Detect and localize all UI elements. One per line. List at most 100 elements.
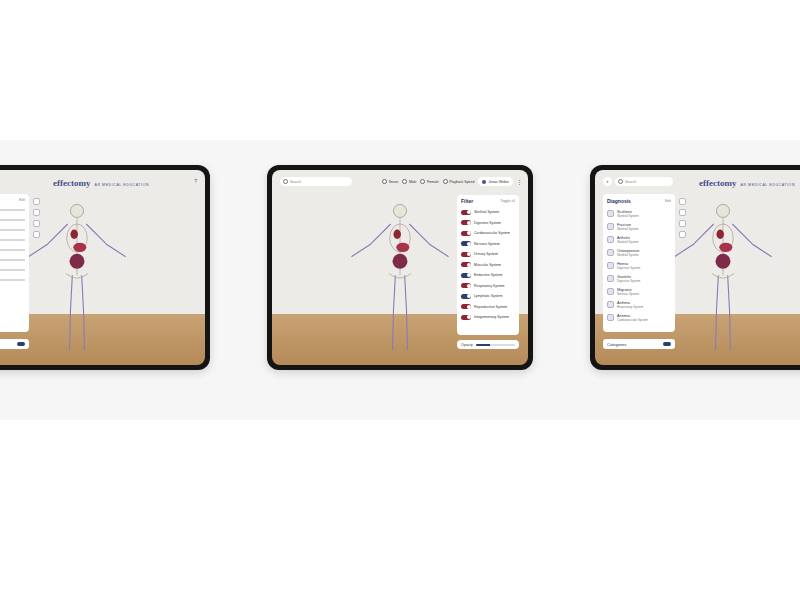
- tool-icon[interactable]: [679, 220, 686, 227]
- text-placeholder: [0, 279, 25, 281]
- system-toggle[interactable]: [461, 262, 471, 267]
- search-icon: [283, 179, 288, 184]
- system-row: Cardiovascular System: [461, 229, 515, 238]
- system-toggle[interactable]: [461, 210, 471, 215]
- toolbar-item[interactable]: Playback Speed: [443, 179, 475, 184]
- user-icon: [482, 180, 486, 184]
- tool-icon[interactable]: [33, 231, 40, 238]
- diagnosis-icon: [607, 288, 614, 295]
- toggle-icon[interactable]: [663, 342, 671, 346]
- system-row: Lymphatic System: [461, 292, 515, 301]
- anatomy-model-icon[interactable]: [344, 200, 456, 360]
- toolbar-item[interactable]: Male: [402, 179, 416, 184]
- diagnosis-icon: [607, 314, 614, 321]
- diagnosis-icon: [607, 236, 614, 243]
- info-panel: Edit: [0, 194, 29, 332]
- system-toggle[interactable]: [461, 294, 471, 299]
- logo: effectomyAR MEDICAL EDUCATION: [53, 178, 149, 188]
- help-button[interactable]: ?: [194, 178, 197, 184]
- ar-view: ‹SearchDiagnosisEditScoliosisSkeletal Sy…: [595, 170, 800, 365]
- top-bar: Search Sexes Male Female Playback SpeedJonas…: [280, 177, 522, 186]
- diagnosis-item[interactable]: GastritisDigestive System: [607, 273, 671, 284]
- tool-icon[interactable]: [33, 209, 40, 216]
- filter-panel: FilterToggle allSkeletal SystemDigestive…: [457, 195, 519, 335]
- tool-column: [33, 198, 40, 238]
- text-placeholder: [0, 249, 25, 251]
- tablet: Search Sexes Male Female Playback SpeedJonas…: [267, 165, 533, 370]
- toolbar: Sexes Male Female Playback Speed: [382, 179, 474, 184]
- top-left-controls: ‹Search: [603, 177, 673, 186]
- system-row: Skeletal System: [461, 208, 515, 217]
- ar-view: Search Sexes Male Female Playback SpeedJonas…: [272, 170, 528, 365]
- system-toggle[interactable]: [461, 220, 471, 225]
- tool-icon[interactable]: [679, 231, 686, 238]
- system-toggle[interactable]: [461, 241, 471, 246]
- diagnosis-icon: [607, 249, 614, 256]
- showcase-band: Edit effectomyAR MEDICAL EDUCATION? Search…: [0, 140, 800, 420]
- search-field[interactable]: Search: [615, 177, 673, 186]
- system-toggle[interactable]: [461, 315, 471, 320]
- diagnosis-icon: [607, 223, 614, 230]
- text-placeholder: [0, 209, 25, 211]
- diagnosis-icon: [607, 301, 614, 308]
- system-toggle[interactable]: [461, 283, 471, 288]
- system-row: Digestive System: [461, 218, 515, 227]
- system-row: Urinary System: [461, 250, 515, 259]
- back-button[interactable]: ‹: [603, 177, 612, 186]
- logo: effectomyAR MEDICAL EDUCATION: [699, 178, 795, 188]
- text-placeholder: [0, 239, 25, 241]
- search-icon: [618, 179, 623, 184]
- system-toggle[interactable]: [461, 231, 471, 236]
- ar-view: Edit effectomyAR MEDICAL EDUCATION?: [0, 170, 205, 365]
- tablet: ‹SearchDiagnosisEditScoliosisSkeletal Sy…: [590, 165, 800, 370]
- user-pill[interactable]: Jonas Weber: [478, 177, 513, 186]
- system-row: Nervous System: [461, 239, 515, 248]
- diagnosis-item[interactable]: AnemiaCardiovascular System: [607, 312, 671, 323]
- system-toggle[interactable]: [461, 252, 471, 257]
- diagnosis-item[interactable]: OsteoporosisSkeletal System: [607, 247, 671, 258]
- tool-column: [679, 198, 686, 238]
- toggle-all-button[interactable]: Toggle all: [500, 199, 515, 203]
- text-placeholder: [0, 269, 25, 271]
- diagnosis-item[interactable]: FractureSkeletal System: [607, 221, 671, 232]
- opacity-slider[interactable]: Opacity: [457, 340, 519, 349]
- diagnosis-item[interactable]: AsthmaRespiratory System: [607, 299, 671, 310]
- tool-icon[interactable]: [33, 198, 40, 205]
- tool-icon[interactable]: [679, 209, 686, 216]
- option-icon: [420, 179, 425, 184]
- page: Edit effectomyAR MEDICAL EDUCATION? Search…: [0, 0, 800, 600]
- edit-button[interactable]: Edit: [19, 198, 25, 202]
- text-placeholder: [0, 219, 25, 221]
- diagnosis-icon: [607, 275, 614, 282]
- system-toggle[interactable]: [461, 304, 471, 309]
- option-icon: [382, 179, 387, 184]
- diagnosis-icon: [607, 262, 614, 269]
- toolbar-item[interactable]: Sexes: [382, 179, 398, 184]
- tool-icon[interactable]: [679, 198, 686, 205]
- option-icon: [402, 179, 407, 184]
- footer-bar: [0, 339, 29, 349]
- system-row: Respiratory System: [461, 281, 515, 290]
- toggle-icon[interactable]: [17, 342, 25, 346]
- tool-icon[interactable]: [33, 220, 40, 227]
- system-toggle[interactable]: [461, 273, 471, 278]
- categories-bar[interactable]: Categories: [603, 339, 675, 349]
- diagnosis-item[interactable]: HerniaDigestive System: [607, 260, 671, 271]
- diagnosis-item[interactable]: ArthritisSkeletal System: [607, 234, 671, 245]
- option-icon: [443, 179, 448, 184]
- toolbar-item[interactable]: Female: [420, 179, 438, 184]
- tablet: Edit effectomyAR MEDICAL EDUCATION?: [0, 165, 210, 370]
- edit-button[interactable]: Edit: [665, 199, 671, 203]
- menu-button[interactable]: ⋮: [517, 179, 522, 185]
- text-placeholder: [0, 229, 25, 231]
- system-row: Endocrine System: [461, 271, 515, 280]
- system-row: Muscular System: [461, 260, 515, 269]
- diagnosis-icon: [607, 210, 614, 217]
- diagnosis-panel: DiagnosisEditScoliosisSkeletal SystemFra…: [603, 194, 675, 332]
- system-row: Integumentary System: [461, 313, 515, 322]
- search-field[interactable]: Search: [280, 177, 352, 186]
- diagnosis-item[interactable]: MigraineNervous System: [607, 286, 671, 297]
- text-placeholder: [0, 259, 25, 261]
- diagnosis-item[interactable]: ScoliosisSkeletal System: [607, 208, 671, 219]
- tablet-row: Edit effectomyAR MEDICAL EDUCATION? Search…: [0, 165, 800, 420]
